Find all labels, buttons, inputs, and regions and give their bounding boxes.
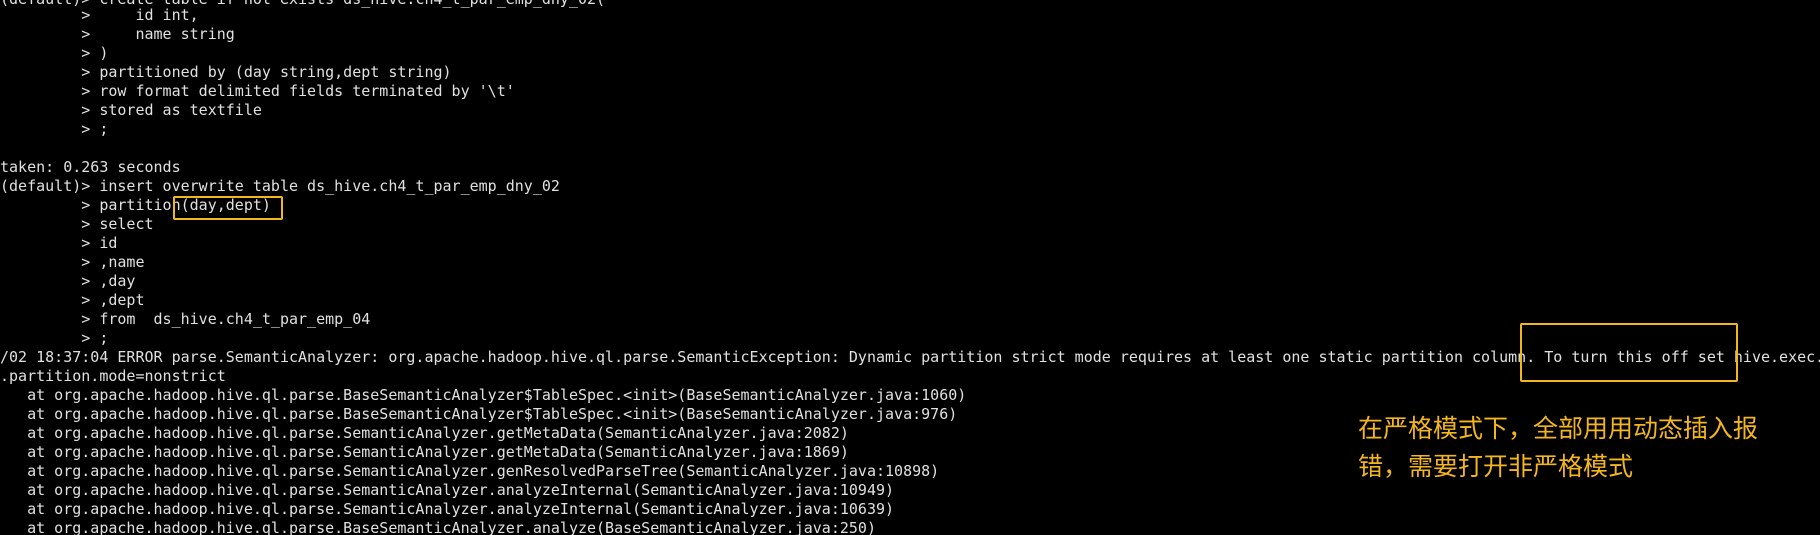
stack-trace-line: at org.apache.hadoop.hive.ql.parse.Seman… — [0, 424, 849, 442]
terminal-line: > from ds_hive.ch4_t_par_emp_04 — [0, 310, 371, 328]
terminal-line: > ,dept — [0, 291, 145, 309]
stack-trace-line: at org.apache.hadoop.hive.ql.parse.Seman… — [0, 481, 895, 499]
terminal-line: > id int, — [0, 6, 199, 24]
terminal-line: > name string — [0, 25, 235, 43]
terminal-line: > select — [0, 215, 154, 233]
stack-trace-line: at org.apache.hadoop.hive.ql.parse.BaseS… — [0, 386, 967, 404]
terminal-line: > id — [0, 234, 118, 252]
terminal-line: > ; — [0, 120, 109, 138]
stack-trace-line: at org.apache.hadoop.hive.ql.parse.BaseS… — [0, 519, 876, 535]
error-line: .partition.mode=nonstrict — [0, 367, 226, 385]
terminal-line: taken: 0.263 seconds — [0, 158, 181, 176]
terminal-line: > ) — [0, 44, 109, 62]
stack-trace-line: at org.apache.hadoop.hive.ql.parse.BaseS… — [0, 405, 958, 423]
error-highlight-box — [1520, 323, 1738, 382]
terminal-window[interactable]: (default)> create table if not exists ds… — [0, 0, 1820, 535]
stack-trace-line: at org.apache.hadoop.hive.ql.parse.Seman… — [0, 443, 849, 461]
terminal-line: > partitioned by (day string,dept string… — [0, 63, 452, 81]
stack-trace-line: at org.apache.hadoop.hive.ql.parse.Seman… — [0, 500, 895, 518]
annotation-note: 在严格模式下，全部用用动态插入报错，需要打开非严格模式 — [1358, 414, 1759, 481]
terminal-line: > row format delimited fields terminated… — [0, 82, 515, 100]
terminal-line: (default)> insert overwrite table ds_hiv… — [0, 177, 560, 195]
terminal-line: > ,day — [0, 272, 136, 290]
stack-trace-line: at org.apache.hadoop.hive.ql.parse.Seman… — [0, 462, 940, 480]
terminal-line: > stored as textfile — [0, 101, 262, 119]
partition-highlight-box — [173, 196, 283, 220]
terminal-line: > ,name — [0, 253, 145, 271]
terminal-line: > ; — [0, 329, 109, 347]
